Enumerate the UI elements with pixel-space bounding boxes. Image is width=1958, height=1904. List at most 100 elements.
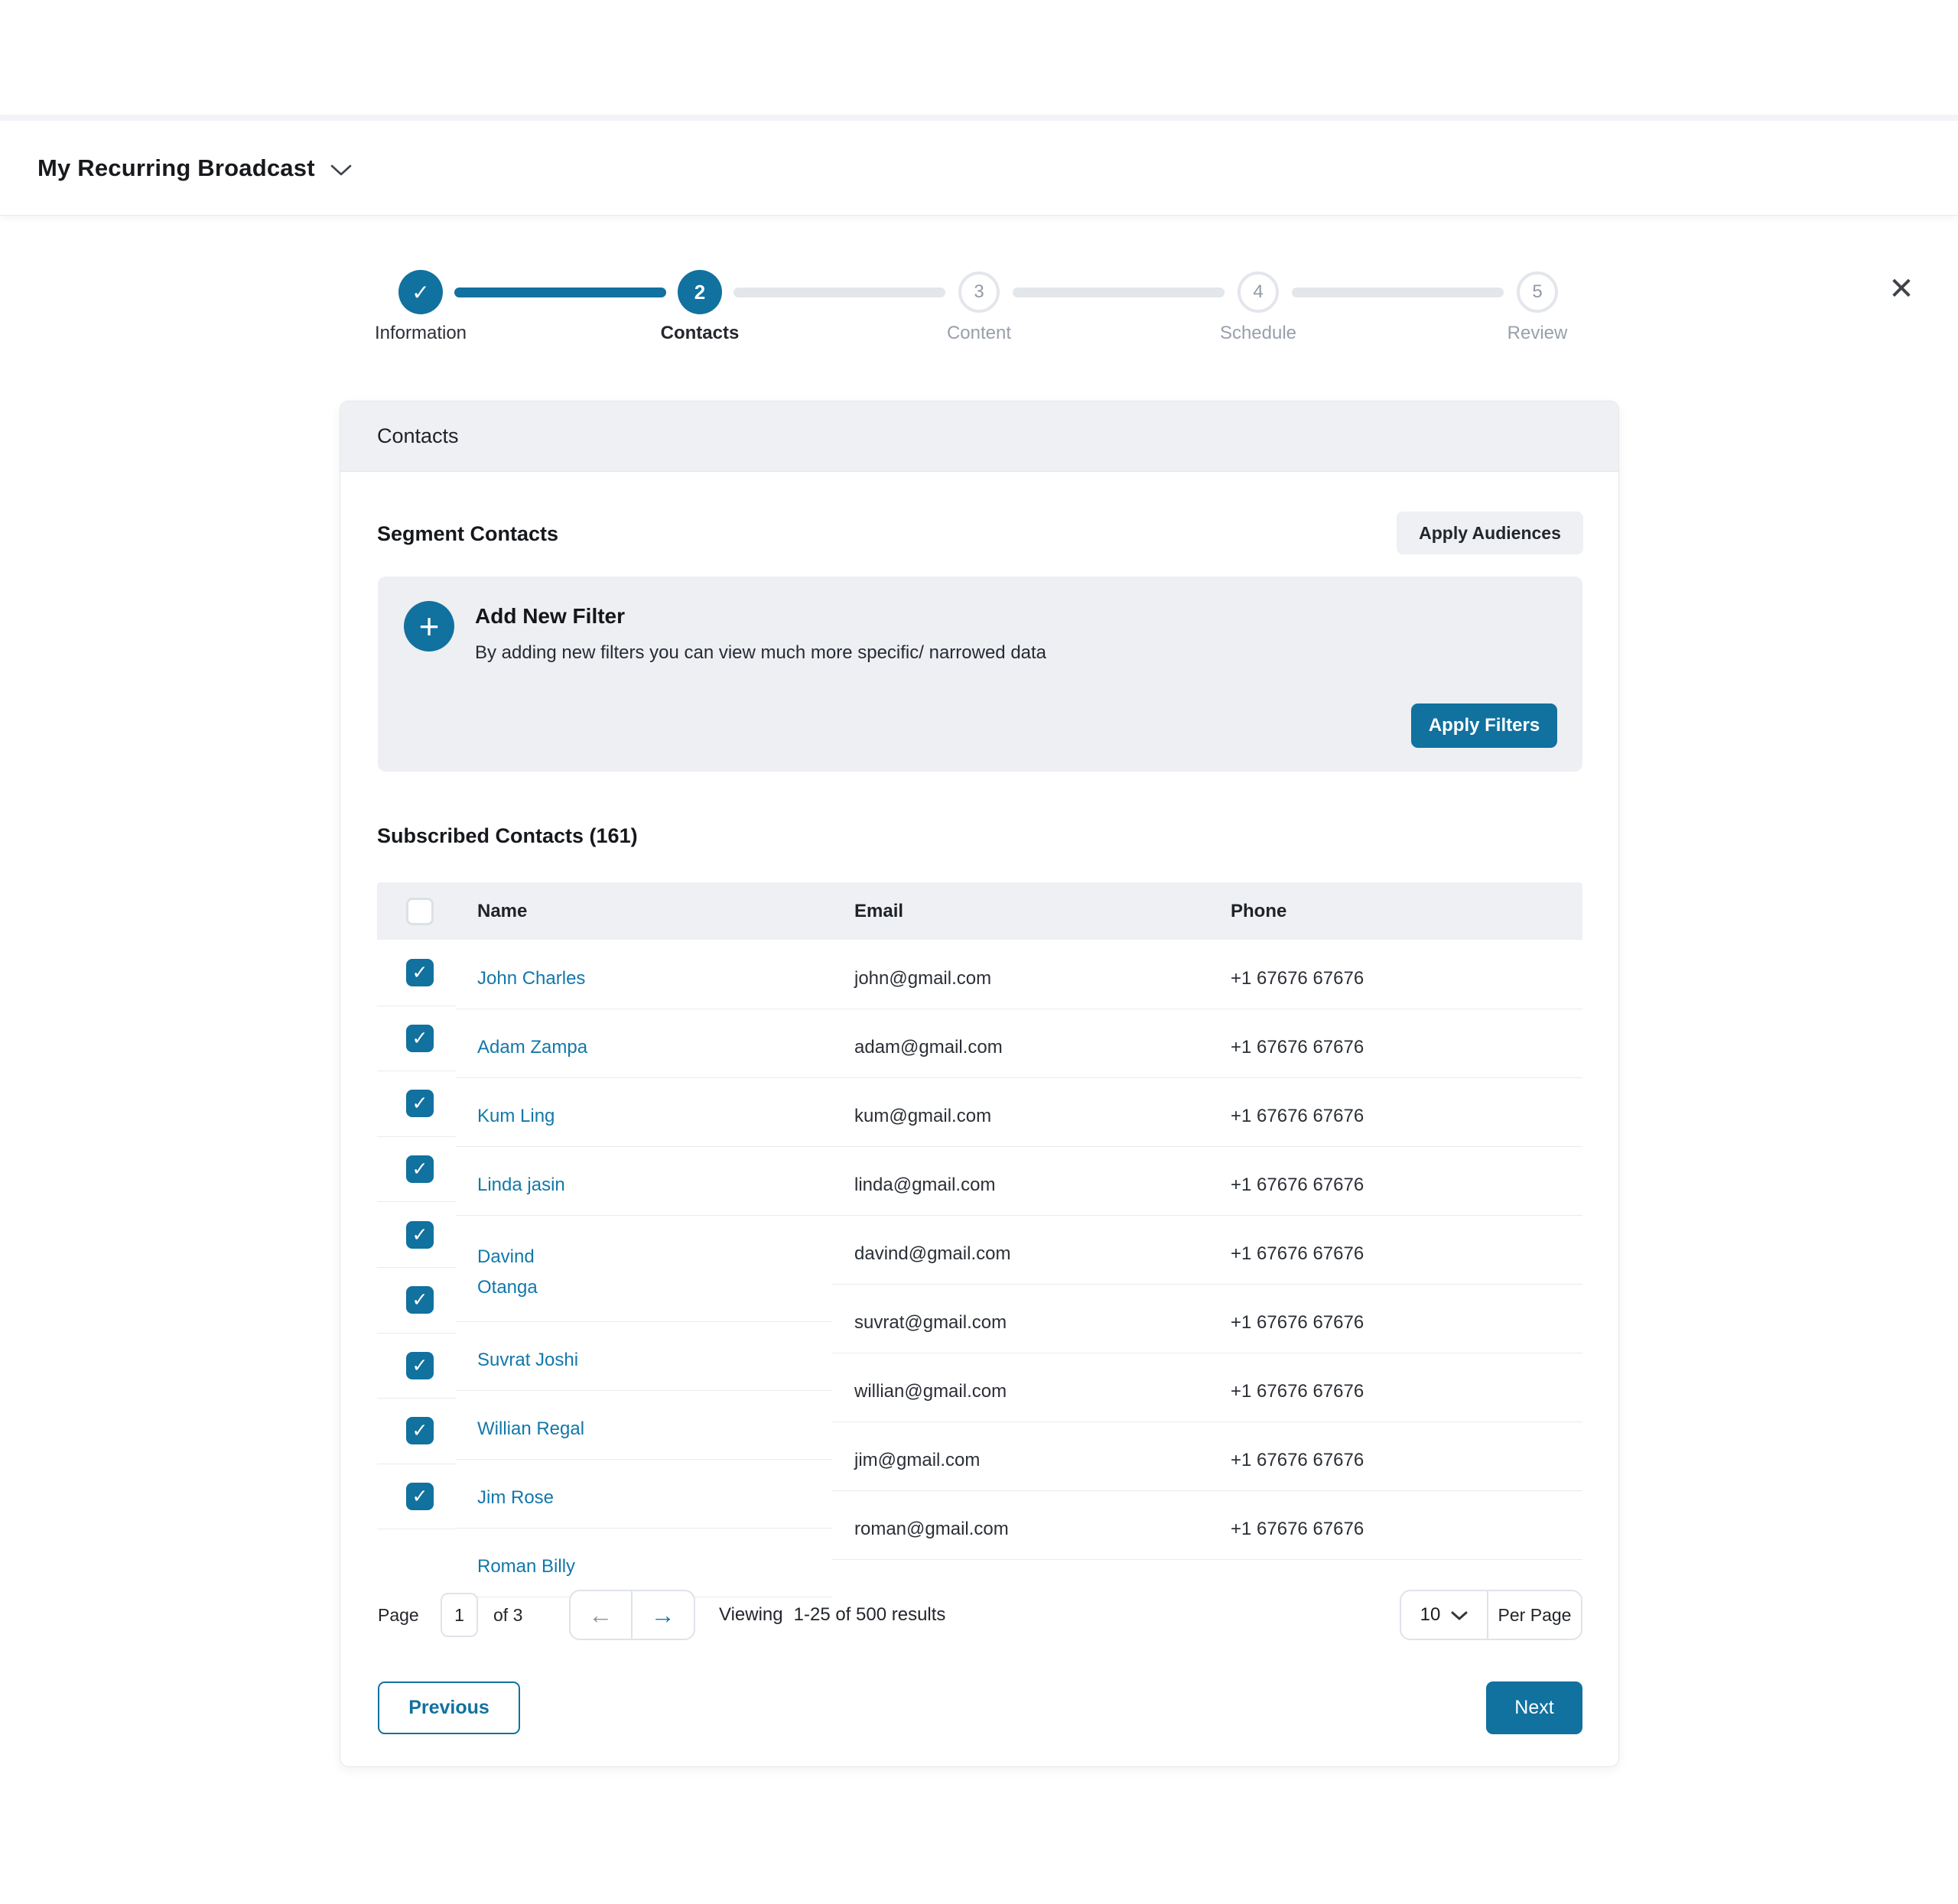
check-icon: ✓: [412, 1354, 428, 1377]
broadcast-title-dropdown[interactable]: My Recurring Broadcast: [37, 121, 352, 216]
page-label: Page: [378, 1590, 419, 1640]
pagination-arrows: ← →: [569, 1590, 695, 1640]
contact-phone: +1 67676 67676: [1231, 1009, 1364, 1077]
step-number: 3: [974, 281, 984, 303]
step-review-label[interactable]: Review: [1438, 323, 1637, 344]
panel-title: Contacts: [377, 424, 459, 448]
contact-email: adam@gmail.com: [854, 1037, 1003, 1058]
check-icon: ✓: [412, 1485, 428, 1508]
contact-name-link[interactable]: Jim Rose: [477, 1487, 554, 1509]
next-button[interactable]: Next: [1486, 1681, 1582, 1734]
row-checkbox[interactable]: ✓: [406, 1417, 434, 1444]
add-filter-card: + Add New Filter By adding new filters y…: [378, 577, 1582, 772]
app-bar: My Recurring Broadcast ✕: [0, 115, 1958, 216]
step-information-label[interactable]: Information: [321, 323, 520, 344]
chevron-down-icon[interactable]: [330, 164, 352, 177]
contact-name-link[interactable]: Adam Zampa: [477, 1037, 587, 1058]
contact-email: kum@gmail.com: [854, 1106, 991, 1127]
contact-phone: +1 67676 67676: [1231, 941, 1364, 1009]
contact-name-cell: Kum Ling: [456, 1078, 832, 1147]
step-content-circle[interactable]: 3: [958, 271, 1000, 313]
row-checkbox[interactable]: ✓: [406, 1025, 434, 1052]
plus-icon: +: [419, 606, 440, 647]
row-checkbox[interactable]: ✓: [406, 1483, 434, 1510]
contact-name-link[interactable]: Willian Regal: [477, 1418, 584, 1440]
contact-email: davind@gmail.com: [854, 1243, 1010, 1265]
step-content-label[interactable]: Content: [880, 323, 1078, 344]
contact-phone: +1 67676 67676: [1231, 1147, 1364, 1215]
page-number-input[interactable]: [441, 1593, 478, 1637]
stepper-connector-3: [1013, 288, 1225, 297]
step-number: 2: [694, 281, 705, 304]
contact-phone: +1 67676 67676: [1231, 1491, 1364, 1559]
step-number: 4: [1253, 281, 1263, 303]
panel-header: Contacts: [340, 401, 1618, 472]
contact-name-cell: Davind Otanga: [456, 1216, 832, 1322]
stepper-connector-1: [454, 288, 666, 297]
stepper-connector-4: [1292, 288, 1504, 297]
step-schedule-label[interactable]: Schedule: [1159, 323, 1358, 344]
add-filter-title: Add New Filter: [475, 604, 625, 629]
select-all-checkbox[interactable]: [406, 898, 434, 925]
step-contacts-circle[interactable]: 2: [678, 270, 722, 314]
contact-name-link[interactable]: Linda jasin: [477, 1175, 565, 1196]
step-review-circle[interactable]: 5: [1517, 271, 1558, 313]
subscribed-contacts-title: Subscribed Contacts (161): [377, 824, 638, 848]
contact-name-link[interactable]: John Charles: [477, 968, 585, 989]
table-row-checkbox-cell: ✓: [377, 1464, 456, 1530]
per-page-control: 10 Per Page: [1400, 1590, 1582, 1640]
apply-filters-button[interactable]: Apply Filters: [1411, 703, 1557, 748]
table-row-checkbox-cell: ✓: [377, 1399, 456, 1464]
step-schedule-circle[interactable]: 4: [1238, 271, 1279, 313]
wizard-stepper: ✓ 2 3 4 5 Information Contacts Content S…: [337, 268, 1621, 352]
contact-phone: +1 67676 67676: [1231, 1422, 1364, 1490]
contact-email: john@gmail.com: [854, 968, 991, 989]
page-of-label: of 3: [493, 1590, 522, 1640]
row-checkbox[interactable]: ✓: [406, 1286, 434, 1314]
stepper-connector-2: [733, 288, 945, 297]
row-checkbox[interactable]: ✓: [406, 1221, 434, 1249]
check-icon: ✓: [412, 1419, 428, 1442]
previous-button[interactable]: Previous: [378, 1681, 520, 1734]
contacts-panel: Contacts Segment Contacts Apply Audience…: [340, 401, 1619, 1767]
chevron-down-icon: [1451, 1611, 1468, 1621]
contact-name-cell: Jim Rose: [456, 1460, 832, 1529]
row-checkbox[interactable]: ✓: [406, 1352, 434, 1379]
table-row: adam@gmail.com +1 67676 67676: [832, 1009, 1582, 1078]
apply-audiences-button[interactable]: Apply Audiences: [1397, 512, 1583, 554]
contact-email: jim@gmail.com: [854, 1450, 980, 1471]
row-checkbox[interactable]: ✓: [406, 959, 434, 986]
contact-name-link[interactable]: Roman Billy: [477, 1556, 575, 1577]
check-icon: ✓: [411, 280, 429, 305]
contact-name-cell: Linda jasin: [456, 1147, 832, 1216]
per-page-value: 10: [1420, 1604, 1441, 1626]
email-phone-column: john@gmail.com +1 67676 67676 adam@gmail.…: [832, 941, 1582, 1560]
column-header-name: Name: [477, 882, 527, 940]
row-checkbox[interactable]: ✓: [406, 1155, 434, 1183]
checkbox-column: ✓ ✓ ✓ ✓ ✓ ✓ ✓ ✓ ✓: [377, 941, 456, 1529]
arrow-right-icon: →: [651, 1601, 675, 1629]
contact-email: roman@gmail.com: [854, 1519, 1009, 1540]
step-contacts-label[interactable]: Contacts: [600, 323, 799, 344]
contact-email: willian@gmail.com: [854, 1381, 1007, 1402]
table-row: davind@gmail.com+1 67676 67676: [832, 1216, 1582, 1285]
next-page-button[interactable]: →: [633, 1591, 694, 1639]
table-row: john@gmail.com +1 67676 67676: [832, 941, 1582, 1009]
previous-page-button[interactable]: ←: [571, 1591, 633, 1639]
contact-name-cell: John Charles: [456, 941, 832, 1009]
contact-name-link[interactable]: Davind Otanga: [477, 1242, 561, 1303]
contact-name-link[interactable]: Kum Ling: [477, 1106, 555, 1127]
row-checkbox[interactable]: ✓: [406, 1090, 434, 1117]
contact-name-link[interactable]: Suvrat Joshi: [477, 1350, 578, 1371]
contact-email: suvrat@gmail.com: [854, 1312, 1007, 1334]
per-page-dropdown[interactable]: 10: [1401, 1591, 1488, 1639]
check-icon: ✓: [412, 1288, 428, 1311]
step-information-circle[interactable]: ✓: [398, 270, 443, 314]
check-icon: ✓: [412, 1092, 428, 1115]
table-row-checkbox-cell: ✓: [377, 1334, 456, 1399]
table-row-checkbox-cell: ✓: [377, 1268, 456, 1334]
close-icon: ✕: [1888, 271, 1914, 307]
check-icon: ✓: [412, 961, 428, 984]
add-filter-button[interactable]: +: [404, 601, 454, 651]
close-button[interactable]: ✕: [1877, 265, 1926, 314]
